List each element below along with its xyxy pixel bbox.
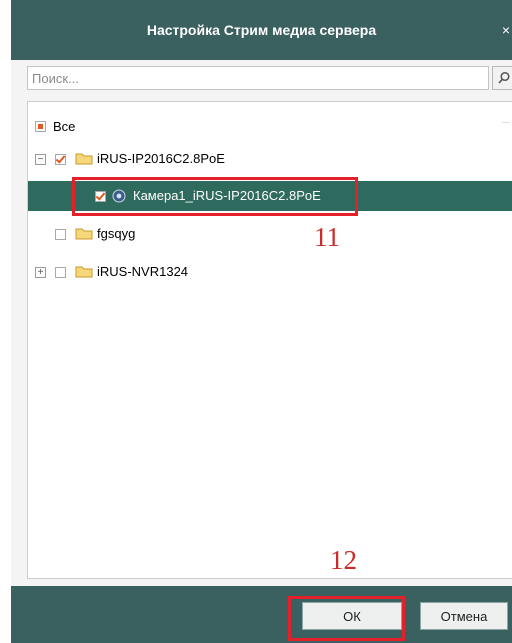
annotation-highlight-camera <box>72 177 358 216</box>
tree-item-fgsqyg[interactable]: fgsqyg <box>28 219 512 249</box>
folder-icon <box>75 228 93 240</box>
tree-item-all[interactable]: Все <box>28 112 512 142</box>
close-icon[interactable]: × <box>502 22 510 38</box>
search-input[interactable] <box>27 66 489 90</box>
search-bar <box>27 66 512 90</box>
checkbox-device-nvr1324[interactable] <box>55 267 66 278</box>
collapse-icon[interactable]: − <box>35 154 46 165</box>
annotation-highlight-ok <box>288 596 405 641</box>
checkbox-device-ip2016[interactable] <box>55 154 66 165</box>
folder-icon <box>75 266 93 278</box>
annotation-number-12: 12 <box>330 545 357 575</box>
tree-item-device-ip2016[interactable]: − iRUS-IP2016C2.8PoE <box>28 144 512 174</box>
checkbox-all[interactable] <box>35 121 46 132</box>
dialog-titlebar: Настройка Стрим медиа сервера × <box>11 0 512 60</box>
device-tree: Все − iRUS-IP2016C2.8PoE Камера1_iRUS-IP… <box>27 101 512 579</box>
tree-item-device-nvr1324[interactable]: + iRUS-NVR1324 <box>28 257 512 287</box>
stream-media-server-dialog: Настройка Стрим медиа сервера × Все − iR… <box>11 0 512 643</box>
search-icon <box>498 71 510 84</box>
scrollbar-hint <box>502 122 510 123</box>
checkbox-fgsqyg[interactable] <box>55 229 66 240</box>
dialog-title: Настройка Стрим медиа сервера <box>146 22 377 38</box>
tree-item-label: fgsqyg <box>97 226 136 241</box>
tree-item-label: iRUS-IP2016C2.8PoE <box>97 151 225 166</box>
dialog-footer: ОК Отмена <box>11 586 512 643</box>
tree-item-label: Все <box>53 119 76 134</box>
tree-item-label: iRUS-NVR1324 <box>97 264 189 279</box>
annotation-number-11: 11 <box>314 222 340 252</box>
search-button[interactable] <box>492 66 512 90</box>
folder-icon <box>75 153 93 165</box>
expand-icon[interactable]: + <box>35 267 46 278</box>
cancel-button[interactable]: Отмена <box>420 602 508 630</box>
